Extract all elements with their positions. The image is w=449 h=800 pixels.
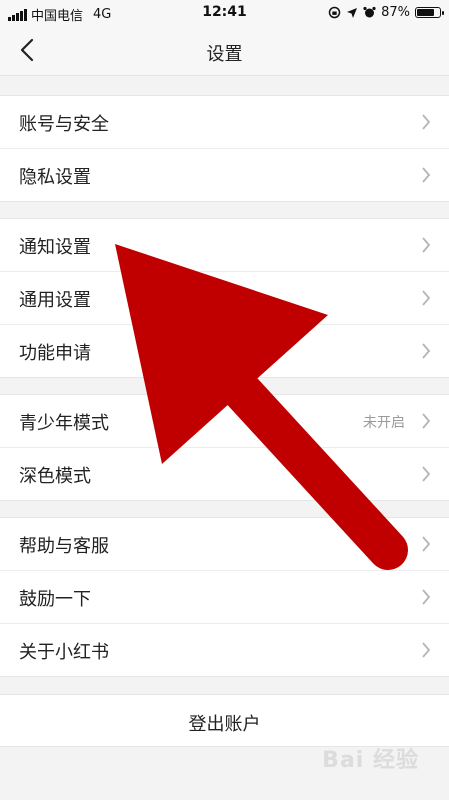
alarm-icon [363,6,376,18]
chevron-right-icon [422,413,431,429]
row-label: 青少年模式 [19,413,109,434]
row-value: 未开启 [363,415,405,431]
settings-row-notifications[interactable]: 通知设置 [0,219,449,271]
battery-fill [417,9,435,16]
settings-group-modes: 青少年模式 未开启 深色模式 [0,394,449,501]
logout-label: 登出账户 [188,714,261,735]
row-label: 隐私设置 [19,167,91,188]
settings-row-teen-mode[interactable]: 青少年模式 未开启 [0,395,449,447]
settings-row-dark-mode[interactable]: 深色模式 [0,447,449,500]
row-label: 鼓励一下 [19,589,91,610]
chevron-right-icon [422,290,431,306]
screen-lock-icon [328,6,341,19]
location-icon [347,7,358,18]
status-bar: 中国电信 4G 12:41 87% [0,0,449,26]
row-label: 账号与安全 [19,114,109,135]
chevron-right-icon [422,167,431,183]
battery-percent: 87% [381,5,410,20]
chevron-right-icon [422,642,431,658]
chevron-right-icon [422,114,431,130]
settings-row-help[interactable]: 帮助与客服 [0,518,449,570]
settings-row-about[interactable]: 关于小红书 [0,623,449,676]
watermark: Bai 经验 [322,748,419,773]
settings-row-account-security[interactable]: 账号与安全 [0,96,449,148]
row-label: 帮助与客服 [19,536,109,557]
row-label: 关于小红书 [19,642,109,663]
chevron-right-icon [422,343,431,359]
settings-row-rate[interactable]: 鼓励一下 [0,570,449,623]
settings-row-general[interactable]: 通用设置 [0,271,449,324]
nav-bar: 设置 [0,26,449,76]
row-label: 功能申请 [19,343,91,364]
settings-group-about: 帮助与客服 鼓励一下 关于小红书 [0,517,449,677]
row-label: 深色模式 [19,466,91,487]
battery-icon [415,7,444,18]
settings-row-privacy[interactable]: 隐私设置 [0,148,449,201]
chevron-right-icon [422,466,431,482]
settings-group-account: 账号与安全 隐私设置 [0,95,449,202]
status-right: 87% [328,5,444,20]
row-label: 通用设置 [19,290,91,311]
chevron-right-icon [422,589,431,605]
settings-group-general: 通知设置 通用设置 功能申请 [0,218,449,378]
page-title: 设置 [206,44,243,65]
chevron-right-icon [422,237,431,253]
logout-button[interactable]: 登出账户 [0,694,449,747]
row-label: 通知设置 [19,237,91,258]
chevron-right-icon [422,536,431,552]
settings-row-feature-request[interactable]: 功能申请 [0,324,449,377]
